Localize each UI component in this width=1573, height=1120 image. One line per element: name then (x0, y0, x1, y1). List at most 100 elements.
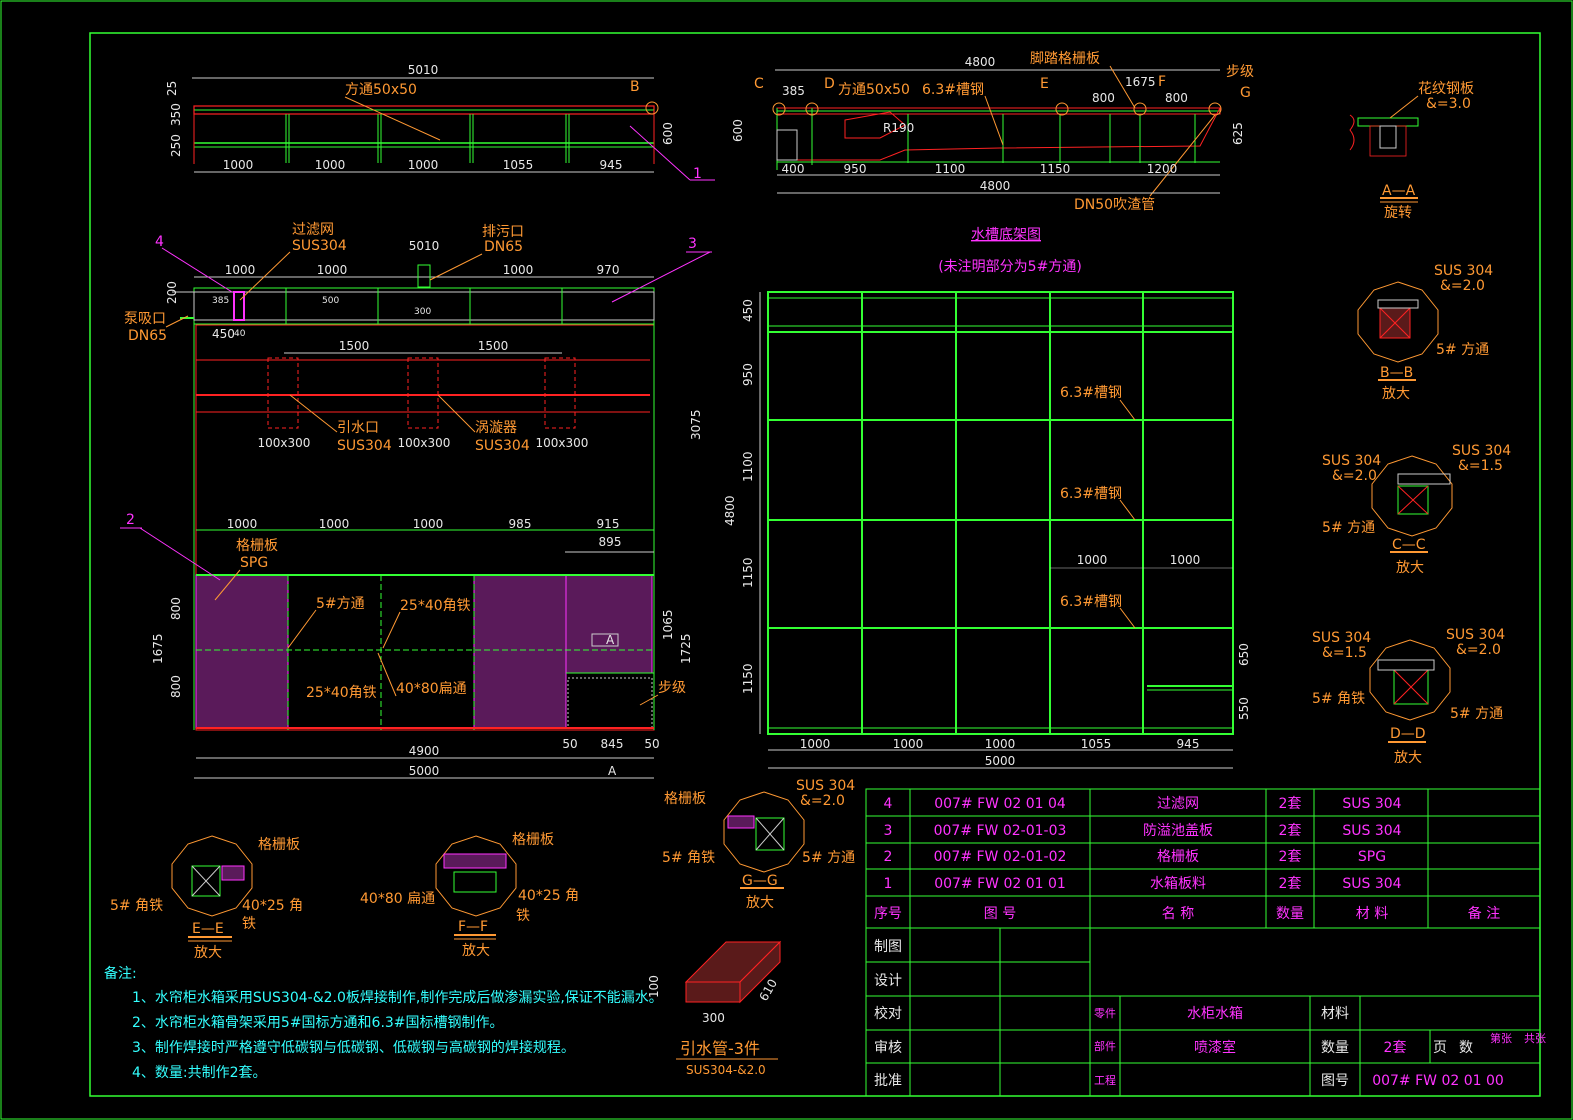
svg-text:500: 500 (322, 296, 339, 306)
svg-text:&=1.5: &=1.5 (1322, 645, 1367, 661)
svg-text:5# 方通: 5# 方通 (1450, 706, 1503, 722)
svg-text:1000: 1000 (317, 263, 348, 277)
svg-text:1200: 1200 (1147, 162, 1178, 176)
svg-text:800: 800 (169, 597, 183, 620)
svg-text:5# 方通: 5# 方通 (1322, 520, 1375, 536)
svg-text:4: 4 (155, 234, 164, 250)
svg-text:SUS304: SUS304 (292, 238, 347, 254)
svg-text:&=2.0: &=2.0 (1456, 642, 1501, 658)
svg-text:300: 300 (702, 1011, 725, 1025)
svg-text:5# 角铁: 5# 角铁 (1312, 691, 1365, 707)
svg-text:E: E (1040, 76, 1049, 92)
svg-text:格栅板: 格栅板 (236, 538, 278, 554)
svg-text:SUS 304: SUS 304 (1452, 443, 1511, 459)
svg-text:6.3#槽钢: 6.3#槽钢 (1060, 486, 1122, 502)
svg-text:1000: 1000 (800, 737, 831, 751)
svg-text:铁: 铁 (516, 908, 530, 924)
svg-text:970: 970 (597, 263, 620, 277)
svg-text:放大: 放大 (194, 945, 222, 961)
svg-text:DN50吹渣管: DN50吹渣管 (1074, 197, 1155, 213)
svg-text:1500: 1500 (339, 339, 370, 353)
svg-text:材料: 材料 (1321, 1006, 1349, 1022)
svg-text:1065: 1065 (661, 609, 675, 640)
svg-text:页: 页 (1433, 1040, 1447, 1056)
detail-gg: 格栅板 SUS 304 &=2.0 5# 角铁 5# 方通 G—G 放大 (662, 778, 855, 911)
svg-text:序号: 序号 (874, 906, 902, 922)
svg-text:F—F: F—F (458, 919, 488, 935)
bom-cell-mat: SUS 304 (1342, 876, 1401, 892)
svg-text:550: 550 (1237, 697, 1251, 720)
point-b-label: B (630, 79, 640, 95)
svg-text:5010: 5010 (409, 239, 440, 253)
svg-text:图号: 图号 (1321, 1073, 1349, 1089)
svg-text:放大: 放大 (1394, 750, 1422, 766)
svg-text:450: 450 (741, 299, 755, 322)
bom-cell-name: 水箱板料 (1150, 876, 1206, 892)
svg-text:450: 450 (212, 327, 235, 341)
svg-text:图 号: 图 号 (984, 906, 1016, 922)
svg-text:2套: 2套 (1384, 1040, 1407, 1056)
svg-text:5# 方通: 5# 方通 (1436, 342, 1489, 358)
svg-text:SUS304: SUS304 (337, 438, 392, 454)
svg-text:B—B: B—B (1380, 365, 1413, 381)
detail-dd: SUS 304 &=1.5 SUS 304 &=2.0 5# 角铁 5# 方通 … (1312, 627, 1505, 766)
svg-text:5# 角铁: 5# 角铁 (110, 898, 163, 914)
svg-text:3: 3 (688, 236, 697, 252)
svg-text:C—C: C—C (1392, 537, 1426, 553)
svg-text:4800: 4800 (723, 495, 737, 526)
pipe-detail: 100 300 610 引水管-3件 SUS304-&2.0 (647, 940, 782, 1077)
svg-text:SUS304-&2.0: SUS304-&2.0 (686, 1063, 766, 1077)
svg-text:SUS 304: SUS 304 (1446, 627, 1505, 643)
svg-text:650: 650 (1237, 643, 1251, 666)
svg-text:1100: 1100 (741, 451, 755, 482)
svg-text:D: D (824, 76, 835, 92)
svg-text:批准: 批准 (874, 1073, 902, 1089)
svg-text:100x300: 100x300 (258, 436, 311, 450)
detail-cc: SUS 304 &=2.0 SUS 304 &=1.5 5# 方通 C—C 放大 (1322, 443, 1511, 576)
bom-cell-code: 007# FW 02 01 01 (934, 876, 1066, 892)
svg-text:SUS 304: SUS 304 (796, 778, 855, 794)
svg-text:50: 50 (644, 737, 659, 751)
svg-text:915: 915 (597, 517, 620, 531)
svg-text:950: 950 (844, 162, 867, 176)
bom-cell-qty: 2套 (1279, 849, 1302, 865)
svg-text:G—G: G—G (742, 873, 778, 889)
svg-text:备注:: 备注: (104, 965, 137, 982)
bom-cell-name: 防溢池盖板 (1143, 823, 1213, 839)
svg-text:SUS 304: SUS 304 (1322, 453, 1381, 469)
svg-text:涡漩器: 涡漩器 (475, 420, 517, 436)
base-frame: 水槽底架图 (未注明部分为5#方通) 1000 1000 6.3#槽钢 6.3#… (723, 227, 1251, 769)
svg-text:5000: 5000 (409, 764, 440, 778)
svg-text:数量: 数量 (1276, 906, 1304, 922)
svg-text:第张: 第张 (1490, 1031, 1512, 1045)
svg-text:SUS304: SUS304 (475, 438, 530, 454)
bom-cell-no: 1 (884, 876, 893, 892)
svg-text:2: 2 (126, 512, 135, 528)
svg-text:600: 600 (661, 122, 675, 145)
bom-cell-mat: SUS 304 (1342, 796, 1401, 812)
svg-text:1000: 1000 (413, 517, 444, 531)
svg-text:步级: 步级 (658, 680, 686, 696)
svg-text:1055: 1055 (1081, 737, 1112, 751)
svg-text:DN65: DN65 (128, 328, 167, 344)
cad-drawing: 5010 B 方通50x50 25 350 250 600 1000 1000 … (0, 0, 1573, 1120)
svg-text:895: 895 (599, 535, 622, 549)
svg-text:1000: 1000 (1077, 553, 1108, 567)
svg-text:校对: 校对 (874, 1005, 902, 1022)
item-1-marker: 1 (693, 166, 702, 182)
svg-text:格栅板: 格栅板 (512, 832, 554, 848)
svg-text:SPG: SPG (240, 555, 268, 571)
svg-text:1000: 1000 (893, 737, 924, 751)
svg-text:工程: 工程 (1094, 1074, 1116, 1087)
svg-text:放大: 放大 (462, 943, 490, 959)
top-elevation: 5010 B 方通50x50 25 350 250 600 1000 1000 … (165, 63, 715, 182)
base-frame-title: 水槽底架图 (971, 227, 1041, 243)
svg-text:旋转: 旋转 (1384, 205, 1412, 221)
svg-text:F: F (1158, 74, 1166, 90)
svg-text:备 注: 备 注 (1468, 905, 1500, 922)
svg-text:DN65: DN65 (484, 239, 523, 255)
svg-text:&=2.0: &=2.0 (1332, 468, 1377, 484)
svg-text:&=2.0: &=2.0 (800, 793, 845, 809)
svg-text:1000: 1000 (315, 158, 346, 172)
svg-text:385: 385 (212, 296, 229, 306)
